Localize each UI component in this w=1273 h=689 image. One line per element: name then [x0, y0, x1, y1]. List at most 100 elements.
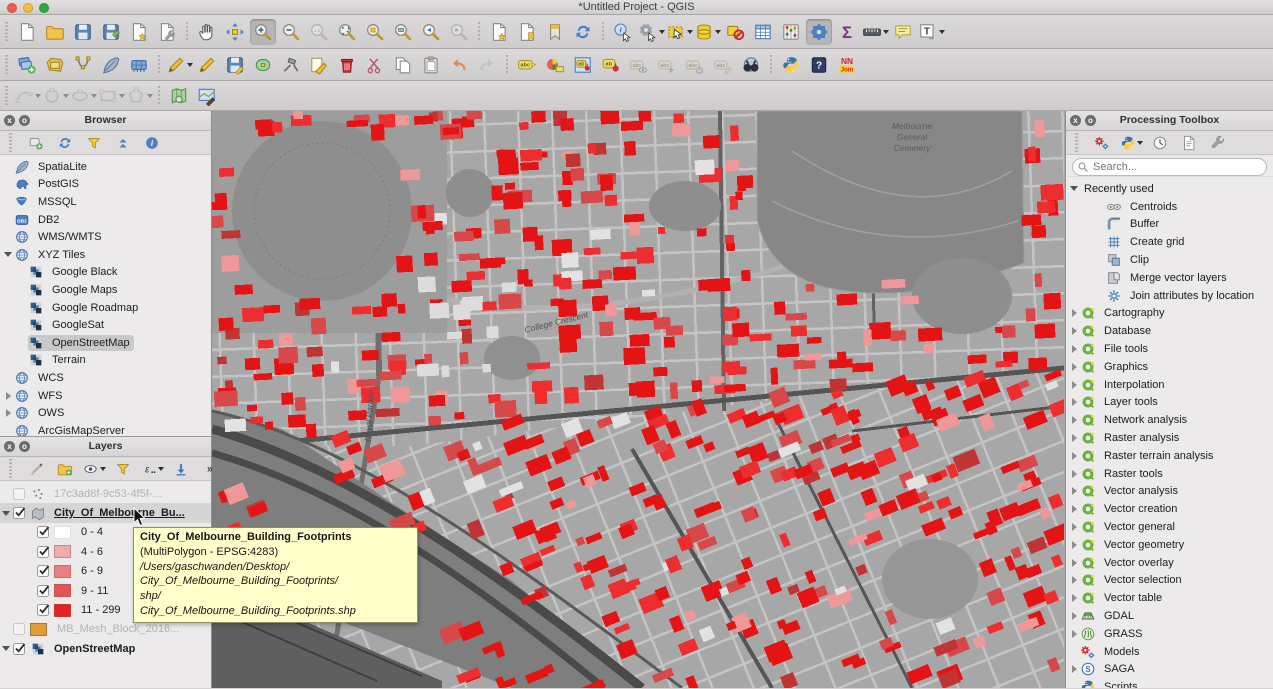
processing-item-saga[interactable]: SSAGA	[1066, 661, 1273, 679]
help-button[interactable]: ?	[806, 52, 832, 78]
show-hide-labels-button[interactable]: abc	[626, 52, 652, 78]
models-menu-button[interactable]	[1092, 133, 1112, 153]
zoom-last-button[interactable]	[418, 19, 444, 45]
expander-closed-icon[interactable]	[1068, 363, 1080, 371]
open-project-button[interactable]	[42, 19, 68, 45]
visibility-checkbox[interactable]	[37, 604, 49, 616]
expander-closed-icon[interactable]	[1068, 434, 1080, 442]
save-project-button[interactable]	[70, 19, 96, 45]
visibility-checkbox[interactable]	[13, 643, 25, 655]
paste-features-as-button[interactable]	[166, 83, 192, 109]
new-print-layout-button[interactable]	[126, 19, 152, 45]
redo-button[interactable]	[474, 52, 500, 78]
expander-closed-icon[interactable]	[1068, 541, 1080, 549]
copy-features-button[interactable]	[390, 52, 416, 78]
visibility-checkbox[interactable]	[13, 488, 25, 500]
processing-toolbox-toggle-button[interactable]	[806, 19, 832, 45]
browser-close-icon[interactable]: x	[4, 115, 15, 126]
properties-widget-button[interactable]: i	[142, 133, 162, 153]
collapse-all-button[interactable]	[113, 133, 133, 153]
processing-item-merge-vector-layers[interactable]: Merge vector layers	[1066, 269, 1273, 287]
browser-item-google-roadmap[interactable]: Google Roadmap	[0, 299, 211, 317]
zoom-in-button[interactable]	[250, 19, 276, 45]
expander-closed-icon[interactable]	[2, 409, 14, 417]
processing-item-network-analysis[interactable]: Network analysis	[1066, 411, 1273, 429]
expander-closed-icon[interactable]	[1068, 452, 1080, 460]
layers-float-icon[interactable]: o	[19, 441, 30, 452]
processing-float-icon[interactable]: o	[1085, 115, 1096, 126]
metasearch-button[interactable]	[738, 52, 764, 78]
open-attribute-table-button[interactable]	[750, 19, 776, 45]
new-mesh-layer-button[interactable]	[126, 52, 152, 78]
layout-manager-button[interactable]	[154, 19, 180, 45]
python-console-button[interactable]	[778, 52, 804, 78]
expander-closed-icon[interactable]	[2, 392, 14, 400]
layer-diagram-options-button[interactable]	[542, 52, 568, 78]
expander-closed-icon[interactable]	[1068, 470, 1080, 478]
browser-item-mssql[interactable]: MSSQL	[0, 193, 211, 211]
processing-item-gdal[interactable]: GDALGDAL	[1066, 607, 1273, 625]
add-group-button[interactable]	[55, 459, 75, 479]
processing-item-vector-table[interactable]: Vector table	[1066, 589, 1273, 607]
refresh-map-button[interactable]	[570, 19, 596, 45]
paste-features-button[interactable]	[418, 52, 444, 78]
zoom-window-button[interactable]	[39, 3, 49, 13]
measure-button[interactable]	[862, 19, 888, 45]
new-shapefile-layer-button[interactable]	[98, 52, 124, 78]
expander-open-icon[interactable]	[0, 511, 12, 516]
map-tips-button[interactable]	[890, 19, 916, 45]
processing-item-vector-overlay[interactable]: Vector overlay	[1066, 554, 1273, 572]
processing-item-vector-geometry[interactable]: Vector geometry	[1066, 536, 1273, 554]
expander-closed-icon[interactable]	[1068, 505, 1080, 513]
pin-labels-button[interactable]: ab	[570, 52, 596, 78]
deselect-features-button[interactable]	[722, 19, 748, 45]
expander-closed-icon[interactable]	[1068, 523, 1080, 531]
new-spatial-bookmark-button[interactable]	[486, 19, 512, 45]
processing-item-scripts[interactable]: Scripts	[1066, 678, 1273, 688]
processing-item-create-grid[interactable]: Create grid	[1066, 233, 1273, 251]
browser-item-wcs[interactable]: WCS	[0, 369, 211, 387]
browser-item-terrain[interactable]: Terrain	[0, 352, 211, 370]
zoom-to-layer-button[interactable]	[390, 19, 416, 45]
feature-tools-button[interactable]	[278, 52, 304, 78]
undo-button[interactable]	[446, 52, 472, 78]
statistics-panel-button[interactable]: Σ	[834, 19, 860, 45]
browser-item-db2[interactable]: DB2DB2	[0, 211, 211, 229]
layer-item-city-of-melbourne-bu[interactable]: City_Of_Melbourne_Bu...	[0, 503, 211, 522]
manage-map-themes-button[interactable]	[84, 459, 104, 479]
select-by-value-button[interactable]	[694, 19, 720, 45]
osm-place-search-button[interactable]	[194, 83, 220, 109]
circle-tool-button[interactable]	[42, 83, 68, 109]
nn-join-plugin-button[interactable]: NNJoin	[834, 52, 860, 78]
rotate-label-button[interactable]: abc	[682, 52, 708, 78]
expander-open-icon[interactable]	[1068, 186, 1080, 191]
processing-item-database[interactable]: Database	[1066, 322, 1273, 340]
browser-item-xyz-tiles[interactable]: XYZ Tiles	[0, 246, 211, 264]
processing-item-interpolation[interactable]: Interpolation	[1066, 376, 1273, 394]
expander-closed-icon[interactable]	[1068, 594, 1080, 602]
add-vector-layer-button[interactable]	[14, 52, 40, 78]
history-button[interactable]	[1150, 133, 1170, 153]
close-window-button[interactable]	[7, 3, 17, 13]
change-label-button[interactable]: abc	[710, 52, 736, 78]
expander-closed-icon[interactable]	[1068, 630, 1080, 638]
expander-closed-icon[interactable]	[1068, 487, 1080, 495]
layer-item-17c3ad8f-9c53-4f5f[interactable]: 17c3ad8f-9c53-4f5f-...	[0, 484, 211, 503]
filter-legend-button[interactable]	[113, 459, 133, 479]
processing-item-raster-tools[interactable]: Raster tools	[1066, 465, 1273, 483]
expander-closed-icon[interactable]	[1068, 398, 1080, 406]
add-polygon-feature-button[interactable]	[250, 52, 276, 78]
expander-closed-icon[interactable]	[1068, 612, 1080, 620]
text-annotation-button[interactable]: T	[918, 19, 944, 45]
visibility-checkbox[interactable]	[37, 585, 49, 597]
rectangle-tool-button[interactable]	[98, 83, 124, 109]
toggle-editing-button[interactable]	[194, 52, 220, 78]
show-spatial-bookmarks-button[interactable]	[514, 19, 540, 45]
processing-item-vector-creation[interactable]: Vector creation	[1066, 500, 1273, 518]
select-features-button[interactable]	[666, 19, 692, 45]
expander-closed-icon[interactable]	[1068, 309, 1080, 317]
scripts-menu-button[interactable]	[1121, 133, 1141, 153]
zoom-to-selection-button[interactable]	[362, 19, 388, 45]
browser-item-google-black[interactable]: Google Black	[0, 264, 211, 282]
expander-open-icon[interactable]	[2, 252, 14, 257]
